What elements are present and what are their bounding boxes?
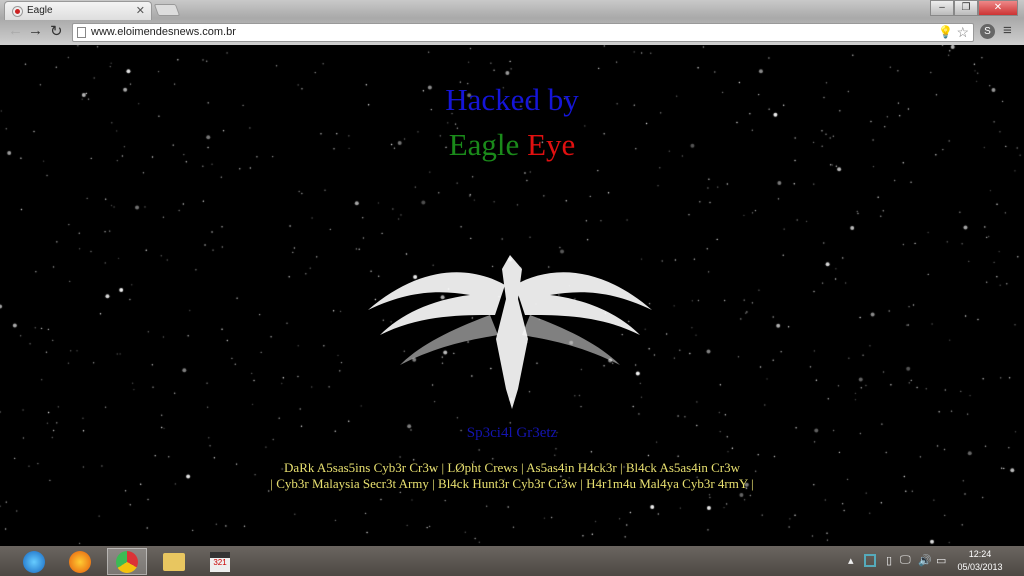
name-word-eagle: Eagle [448, 127, 520, 162]
special-greetz-heading: Sp3ci4l Gr3etz [466, 425, 558, 441]
clock-time: 12:24 [968, 549, 992, 559]
address-bar[interactable]: www.eloimendesnews.com.br 💡 ☆ [72, 23, 974, 42]
taskbar: 321 ▴ ▯ 🖵 🔊 ▭ 12:24 05/03/2013 [0, 546, 1024, 576]
battery-icon[interactable]: ▯ [886, 554, 892, 567]
bookmark-star-icon[interactable]: ☆ [956, 24, 969, 41]
clock-date: 05/03/2013 [957, 562, 1003, 572]
browser-chrome: Eagle ✕ – ❐ ✕ ← → ↻ www.eloimendesnews.c… [0, 0, 1024, 45]
web-page: Hacked by Eagle Eye Sp3ci4l Gr3etz DaRk … [0, 45, 1024, 546]
menu-icon[interactable]: ≡ [1003, 22, 1012, 39]
taskbar-media-player[interactable]: 321 [200, 548, 240, 575]
greetz-line: | Cyb3r Malaysia Secr3t Army | Bl4ck Hun… [270, 476, 754, 491]
forward-icon[interactable]: → [28, 22, 43, 39]
action-center-icon[interactable]: ▭ [936, 554, 946, 567]
internet-explorer-icon [23, 550, 45, 573]
url-text: www.eloimendesnews.com.br [91, 26, 236, 38]
favicon-icon [13, 7, 22, 16]
greetz-line: DaRk A5sas5ins Cyb3r Cr3w | LØpht Crews … [284, 460, 740, 475]
hacked-by-heading: Hacked by [445, 82, 579, 117]
lightbulb-icon[interactable]: 💡 [938, 25, 953, 39]
tab-title: Eagle [27, 5, 53, 16]
name-word-eye: Eye [527, 127, 576, 162]
reload-icon[interactable]: ↻ [50, 22, 63, 40]
new-tab-button[interactable] [153, 4, 181, 16]
page-icon [77, 27, 86, 38]
taskbar-chrome[interactable] [107, 548, 147, 575]
chrome-icon [116, 550, 138, 573]
taskbar-firefox[interactable] [60, 548, 100, 575]
network-icon[interactable]: 🖵 [900, 554, 911, 567]
eagle-image [368, 255, 652, 409]
taskbar-file-explorer[interactable] [154, 548, 194, 575]
greetz-list: DaRk A5sas5ins Cyb3r Cr3w | LØpht Crews … [0, 460, 1024, 492]
extension-icon[interactable]: S [980, 24, 995, 39]
minimize-button[interactable]: – [930, 0, 954, 16]
media-player-icon: 321 [210, 551, 230, 572]
close-window-button[interactable]: ✕ [978, 0, 1018, 16]
folder-icon [163, 552, 185, 571]
volume-icon[interactable]: 🔊 [918, 554, 932, 567]
taskbar-internet-explorer[interactable] [14, 548, 54, 575]
tab-eagle[interactable]: Eagle ✕ [4, 1, 152, 20]
show-hidden-icons[interactable]: ▴ [848, 554, 854, 567]
maximize-button[interactable]: ❐ [954, 0, 978, 16]
hacker-name-heading: Eagle Eye [0, 127, 1024, 163]
clock[interactable]: 12:24 05/03/2013 [955, 548, 1005, 574]
app-tray-icon[interactable] [864, 554, 876, 567]
back-icon[interactable]: ← [8, 22, 23, 39]
firefox-icon [69, 550, 91, 573]
close-tab-icon[interactable]: ✕ [136, 4, 145, 17]
